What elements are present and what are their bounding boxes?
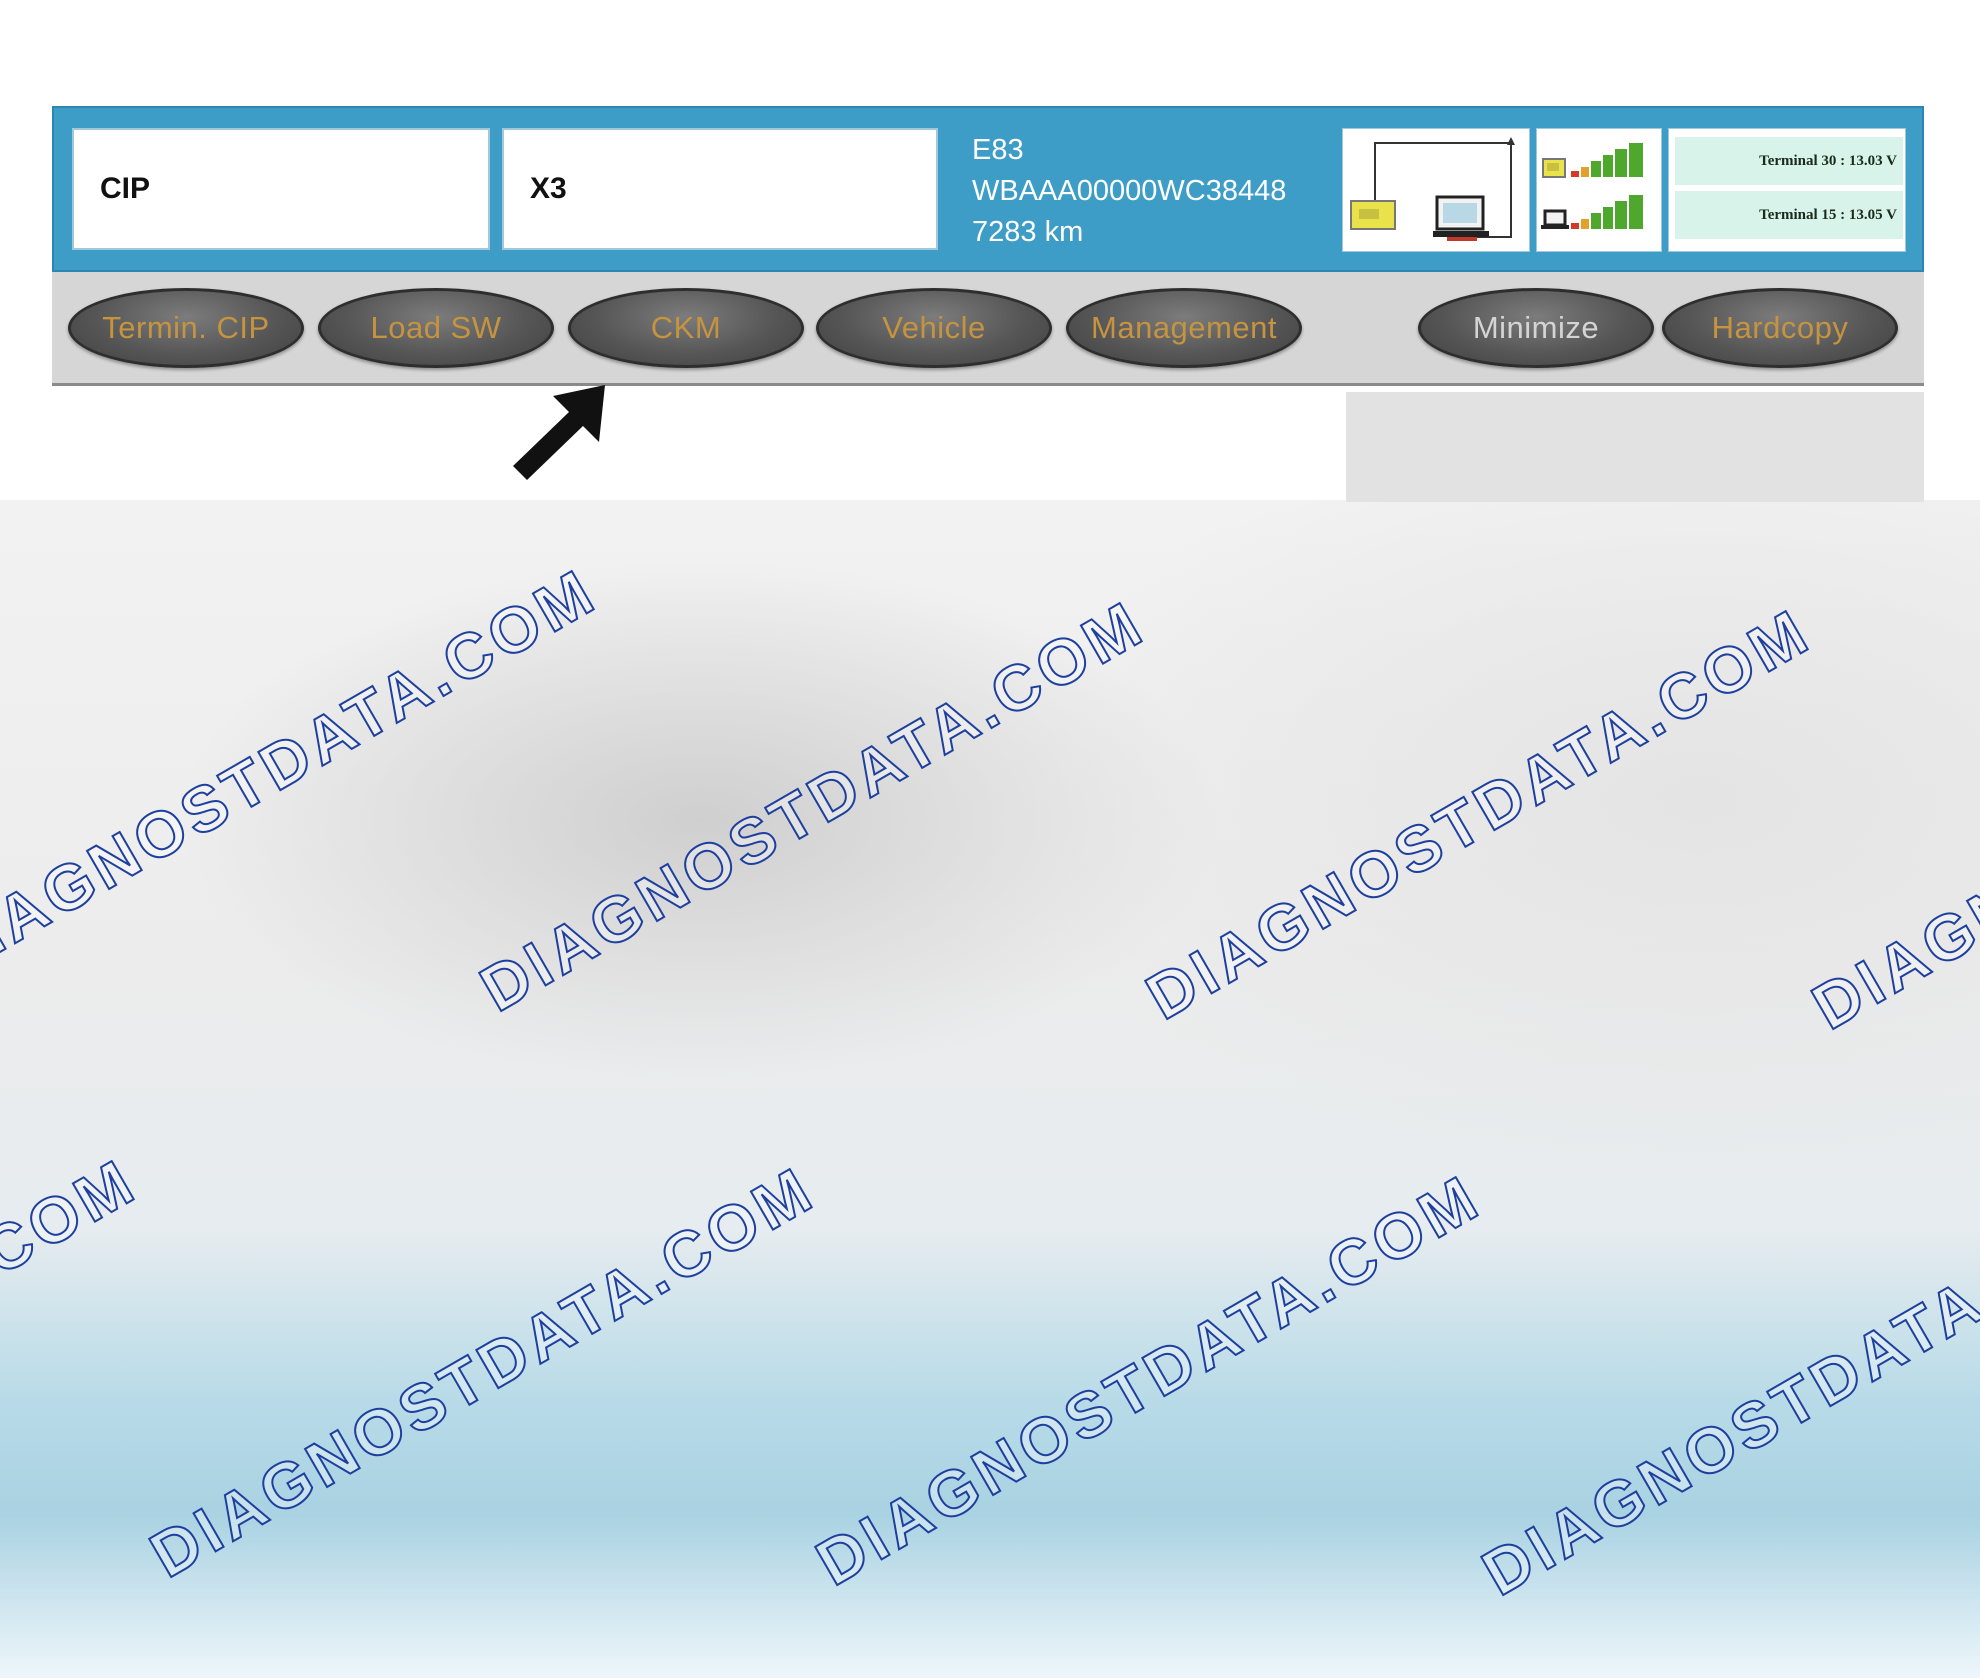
- terminal-15-voltage: Terminal 15 : 13.05 V: [1675, 191, 1903, 239]
- termin-cip-button[interactable]: Termin. CIP: [68, 288, 304, 368]
- mode-field-value: CIP: [100, 172, 151, 205]
- load-sw-button[interactable]: Load SW: [318, 288, 554, 368]
- connection-diagram-icon: [1350, 137, 1515, 241]
- series-field-value: X3: [530, 172, 567, 205]
- side-panel: [1346, 392, 1924, 502]
- management-button[interactable]: Management: [1066, 288, 1302, 368]
- ckm-button[interactable]: CKM: [568, 288, 804, 368]
- vehicle-vin: WBAAA00000WC38448: [972, 175, 1287, 207]
- signal-strength-icon: [1541, 143, 1643, 229]
- connection-status: [1342, 128, 1530, 252]
- vehicle-model: E83: [972, 134, 1024, 166]
- header-bar: CIP X3 E83 WBAAA00000WC38448 7283 km Ter…: [52, 106, 1924, 272]
- mode-field: CIP: [72, 128, 490, 250]
- terminal-30-voltage: Terminal 30 : 13.03 V: [1675, 137, 1903, 185]
- vehicle-info: E83 WBAAA00000WC38448 7283 km: [972, 130, 1286, 253]
- vehicle-button[interactable]: Vehicle: [816, 288, 1052, 368]
- main-toolbar: Termin. CIP Load SW CKM Vehicle Manageme…: [52, 272, 1924, 386]
- series-field: X3: [502, 128, 938, 250]
- vehicle-mileage: 7283 km: [972, 216, 1084, 248]
- terminal-voltages: Terminal 30 : 13.03 V Terminal 15 : 13.0…: [1668, 128, 1906, 252]
- hardcopy-button[interactable]: Hardcopy: [1662, 288, 1898, 368]
- minimize-button[interactable]: Minimize: [1418, 288, 1654, 368]
- pointer-arrow-icon: [513, 385, 605, 480]
- signal-status: [1536, 128, 1662, 252]
